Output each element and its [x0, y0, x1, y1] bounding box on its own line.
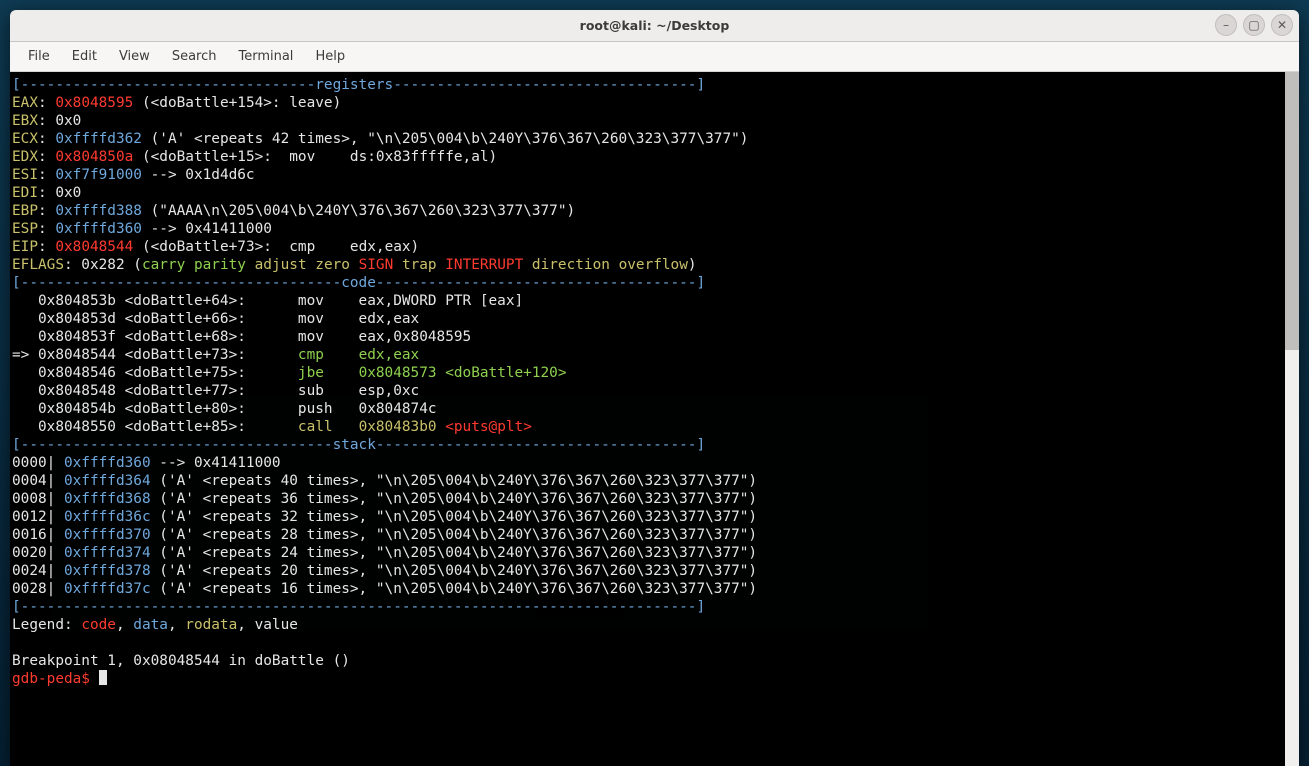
- code-line: 0x8048548 <doBattle+77>: sub esp,0xc: [12, 383, 419, 399]
- breakpoint-line: Breakpoint 1, 0x08048544 in doBattle (): [12, 653, 350, 669]
- reg-edx-value: 0x804850a: [55, 149, 133, 165]
- section-code: [-------------------------------------co…: [12, 275, 705, 291]
- section-registers: [----------------------------------regis…: [12, 77, 705, 93]
- code-line: 0x8048550 <doBattle+85>:: [12, 419, 298, 435]
- code-line: 0x804853b <doBattle+64>: mov eax,DWORD P…: [12, 293, 523, 309]
- terminal-scrollbar[interactable]: [1285, 72, 1299, 766]
- reg-edx-label: EDX: [12, 149, 38, 165]
- code-current-line: => 0x8048544 <doBattle+73>:: [12, 347, 298, 363]
- section-stack: [------------------------------------sta…: [12, 437, 705, 453]
- stack-row: 0024|: [12, 563, 64, 579]
- code-line: 0x804854b <doBattle+80>: push 0x804874c: [12, 401, 437, 417]
- reg-ecx-label: ECX: [12, 131, 38, 147]
- stack-row: 0004|: [12, 473, 64, 489]
- menu-terminal[interactable]: Terminal: [228, 45, 303, 68]
- code-line: 0x804853f <doBattle+68>: mov eax,0x80485…: [12, 329, 471, 345]
- menu-search[interactable]: Search: [162, 45, 227, 68]
- reg-ebx-label: EBX: [12, 113, 38, 129]
- reg-eip-value: 0x8048544: [55, 239, 133, 255]
- cursor-icon: [99, 670, 108, 685]
- titlebar[interactable]: root@kali: ~/Desktop – ▢ ✕: [10, 10, 1299, 42]
- terminal-content[interactable]: [----------------------------------regis…: [10, 72, 1285, 766]
- stack-row: 0008|: [12, 491, 64, 507]
- reg-eax-value: 0x8048595: [55, 95, 133, 111]
- reg-ebp-label: EBP: [12, 203, 38, 219]
- code-line: 0x8048546 <doBattle+75>:: [12, 365, 298, 381]
- menu-view[interactable]: View: [109, 45, 160, 68]
- stack-row: 0016|: [12, 527, 64, 543]
- window-title: root@kali: ~/Desktop: [580, 18, 730, 33]
- reg-esi-value: 0xf7f91000: [55, 167, 142, 183]
- minimize-icon[interactable]: –: [1215, 14, 1237, 36]
- reg-esp-value: 0xffffd360: [55, 221, 142, 237]
- stack-row: 0000|: [12, 455, 64, 471]
- menu-help[interactable]: Help: [305, 45, 355, 68]
- maximize-icon[interactable]: ▢: [1243, 14, 1265, 36]
- legend-label: Legend:: [12, 617, 81, 633]
- reg-eip-label: EIP: [12, 239, 38, 255]
- menu-file[interactable]: File: [18, 45, 60, 68]
- menu-edit[interactable]: Edit: [62, 45, 107, 68]
- reg-esp-label: ESP: [12, 221, 38, 237]
- gdb-prompt[interactable]: gdb-peda$: [12, 671, 99, 687]
- close-icon[interactable]: ✕: [1271, 14, 1293, 36]
- reg-eflags-label: EFLAGS: [12, 257, 64, 273]
- stack-row: 0028|: [12, 581, 64, 597]
- code-line: 0x804853d <doBattle+66>: mov edx,eax: [12, 311, 419, 327]
- reg-ecx-value: 0xffffd362: [55, 131, 142, 147]
- reg-eax-label: EAX: [12, 95, 38, 111]
- stack-row: 0012|: [12, 509, 64, 525]
- stack-row: 0020|: [12, 545, 64, 561]
- menubar: File Edit View Search Terminal Help: [10, 42, 1299, 72]
- reg-edi-label: EDI: [12, 185, 38, 201]
- reg-ebp-value: 0xffffd388: [55, 203, 142, 219]
- scrollbar-thumb[interactable]: [1285, 72, 1299, 350]
- terminal-window: root@kali: ~/Desktop – ▢ ✕ File Edit Vie…: [10, 10, 1299, 766]
- section-divider: [---------------------------------------…: [12, 599, 705, 615]
- reg-esi-label: ESI: [12, 167, 38, 183]
